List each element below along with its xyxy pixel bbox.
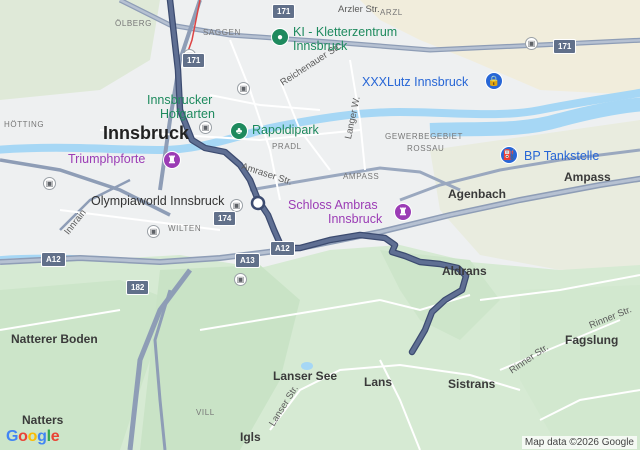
district-label-gewerbegebiet: GEWERBEGEBIET	[385, 132, 464, 141]
poi-bp-tankstelle[interactable]: BP Tankstelle	[524, 150, 599, 163]
castle-icon[interactable]: ♜	[394, 203, 412, 221]
town-label-sistrans: Sistrans	[448, 377, 496, 391]
district-label-rossau: ROSSAU	[407, 144, 445, 153]
town-label-fagslung: Fagslung	[565, 333, 619, 347]
town-label-lans: Lans	[364, 375, 393, 389]
poi-schloss-line1[interactable]: Schloss Ambras	[288, 199, 378, 212]
town-label-aldrans: Aldrans	[442, 264, 487, 278]
poi-xxxlutz[interactable]: XXXLutz Innsbruck	[362, 76, 468, 89]
district-label-wilten: WILTEN	[168, 224, 202, 233]
town-label-natterer-boden: Natterer Boden	[11, 332, 98, 346]
poi-hofgarten-line2[interactable]: Hofgarten	[160, 108, 215, 121]
monument-icon[interactable]: ♜	[163, 151, 181, 169]
road-shield-171-left: 171	[272, 4, 296, 19]
fuel-icon[interactable]: ⛽	[500, 146, 518, 164]
poi-olympiaworld[interactable]: Olympiaworld Innsbruck	[91, 195, 224, 208]
train-station-icon[interactable]: ▣	[525, 37, 538, 50]
train-station-icon[interactable]: ▣	[43, 177, 56, 190]
google-logo-letter: o	[27, 428, 38, 445]
poi-rapoldipark[interactable]: Rapoldipark	[252, 124, 319, 137]
shopping-bag-icon[interactable]: 🔒	[485, 72, 503, 90]
road-shield-a12-mid: A12	[270, 241, 295, 256]
town-label-lanser-see: Lanser See	[273, 369, 338, 383]
poi-kletterzentrum-line1[interactable]: KI - Kletterzentrum	[293, 26, 397, 39]
map-canvas[interactable]: Innsbruck ÖLBERG SAGGEN HÖTTING PRADL AM…	[0, 0, 640, 450]
road-shield-171-right: 171	[553, 39, 577, 54]
google-logo[interactable]: Google	[6, 428, 60, 446]
google-logo-letter: G	[6, 428, 19, 445]
poi-triumphpforte[interactable]: Triumphpforte	[68, 153, 145, 166]
town-label-ampass: Ampass	[564, 170, 611, 184]
poi-kletterzentrum-line2[interactable]: Innsbruck	[293, 40, 347, 53]
town-label-agenbach: Agenbach	[448, 187, 507, 201]
district-label-saggen: SAGGEN	[203, 28, 241, 37]
road-shield-174: 174	[213, 211, 237, 226]
train-station-icon[interactable]: ▣	[237, 82, 250, 95]
poi-schloss-line2[interactable]: Innsbruck	[328, 213, 382, 226]
district-label-olberg: ÖLBERG	[115, 19, 152, 28]
google-logo-letter: o	[18, 428, 28, 445]
district-label-vill: VILL	[196, 408, 215, 417]
google-logo-letter: e	[50, 428, 60, 445]
poi-hofgarten-line1[interactable]: Innsbrucker	[147, 94, 212, 107]
pin-green-icon[interactable]: ●	[271, 28, 289, 46]
town-label-natters: Natters	[22, 413, 64, 427]
district-label-ampass-area: AMPASS	[343, 172, 380, 181]
train-station-icon[interactable]: ▣	[199, 121, 212, 134]
town-label-igls: Igls	[240, 430, 261, 444]
road-shield-a13: A13	[235, 253, 260, 268]
city-label-innsbruck: Innsbruck	[103, 123, 190, 143]
road-shield-a12-left: A12	[41, 252, 66, 267]
district-label-hotting: HÖTTING	[4, 120, 45, 129]
google-logo-letter: g	[37, 428, 47, 445]
train-station-icon[interactable]: ▣	[234, 273, 247, 286]
road-shield-171-top: 171	[182, 53, 206, 68]
street-label-arzler: Arzler Str.	[338, 4, 380, 15]
road-shield-182: 182	[126, 280, 150, 295]
train-station-icon[interactable]: ▣	[147, 225, 160, 238]
tree-icon[interactable]: ♣	[230, 122, 248, 140]
district-label-arzl: ARZL	[380, 8, 403, 17]
district-label-pradl: PRADL	[272, 142, 302, 151]
map-attribution[interactable]: Map data ©2026 Google	[521, 436, 637, 449]
